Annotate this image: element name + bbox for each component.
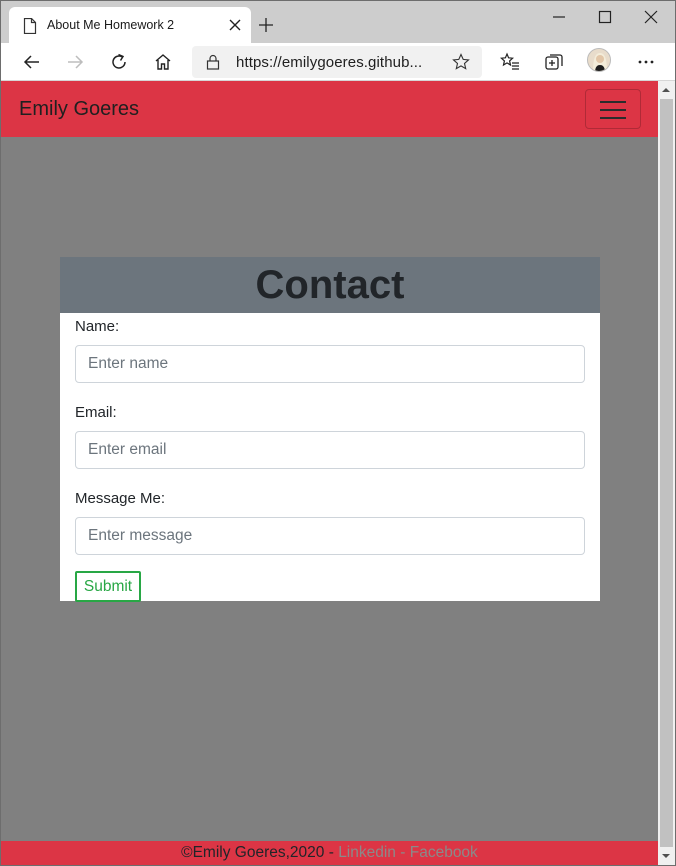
message-input[interactable]	[75, 517, 585, 555]
browser-window: About Me Homework 2 https://emilygoeres.…	[0, 0, 676, 866]
browser-tab[interactable]: About Me Homework 2	[9, 7, 251, 43]
navbar: Emily Goeres	[1, 81, 658, 137]
plus-icon[interactable]	[258, 17, 274, 33]
window-close-icon[interactable]	[643, 9, 659, 25]
name-label: Name:	[75, 318, 120, 335]
brand-link[interactable]: Emily Goeres	[19, 98, 139, 121]
refresh-icon[interactable]	[109, 52, 129, 72]
minimize-icon[interactable]	[551, 9, 567, 25]
page-icon	[23, 18, 37, 34]
address-bar[interactable]: https://emilygoeres.github...	[192, 46, 482, 78]
favorites-icon[interactable]	[500, 52, 520, 72]
navbar-toggler-button[interactable]	[585, 89, 641, 129]
footer-separator: -	[400, 844, 406, 861]
home-icon[interactable]	[153, 52, 173, 72]
maximize-icon[interactable]	[597, 9, 613, 25]
page-viewport: Emily Goeres Contact Name: Email: Messag…	[1, 81, 658, 865]
name-input[interactable]	[75, 345, 585, 383]
footer-copyright: ©Emily Goeres,2020 -	[181, 844, 334, 861]
close-icon[interactable]	[228, 18, 242, 32]
avatar[interactable]	[587, 48, 611, 72]
contact-card: Contact Name: Email: Message Me: Submit	[60, 257, 600, 602]
scroll-down-icon[interactable]	[661, 851, 671, 861]
email-input[interactable]	[75, 431, 585, 469]
hamburger-bar	[600, 109, 626, 111]
lock-icon	[206, 54, 220, 70]
collections-icon[interactable]	[544, 52, 564, 72]
card-header: Contact	[60, 257, 600, 313]
scroll-thumb[interactable]	[660, 99, 673, 847]
forward-icon[interactable]	[65, 52, 85, 72]
tab-title: About Me Homework 2	[47, 18, 175, 32]
page-title: Contact	[255, 263, 405, 307]
email-label: Email:	[75, 404, 117, 421]
url-text: https://emilygoeres.github...	[236, 54, 423, 71]
hamburger-bar	[600, 101, 626, 103]
star-icon[interactable]	[452, 53, 470, 71]
tab-strip: About Me Homework 2	[1, 1, 675, 43]
linkedin-link[interactable]: Linkedin	[338, 844, 396, 861]
back-icon[interactable]	[22, 52, 42, 72]
vertical-scrollbar[interactable]	[658, 81, 675, 865]
hamburger-bar	[600, 117, 626, 119]
more-icon[interactable]	[636, 52, 656, 72]
profile-picture	[588, 49, 610, 71]
scroll-up-icon[interactable]	[661, 85, 671, 95]
facebook-link[interactable]: Facebook	[410, 844, 478, 861]
address-toolbar: https://emilygoeres.github...	[1, 43, 675, 81]
submit-button[interactable]: Submit	[75, 571, 141, 602]
message-label: Message Me:	[75, 490, 166, 507]
footer: ©Emily Goeres,2020 - Linkedin - Facebook	[1, 841, 658, 865]
